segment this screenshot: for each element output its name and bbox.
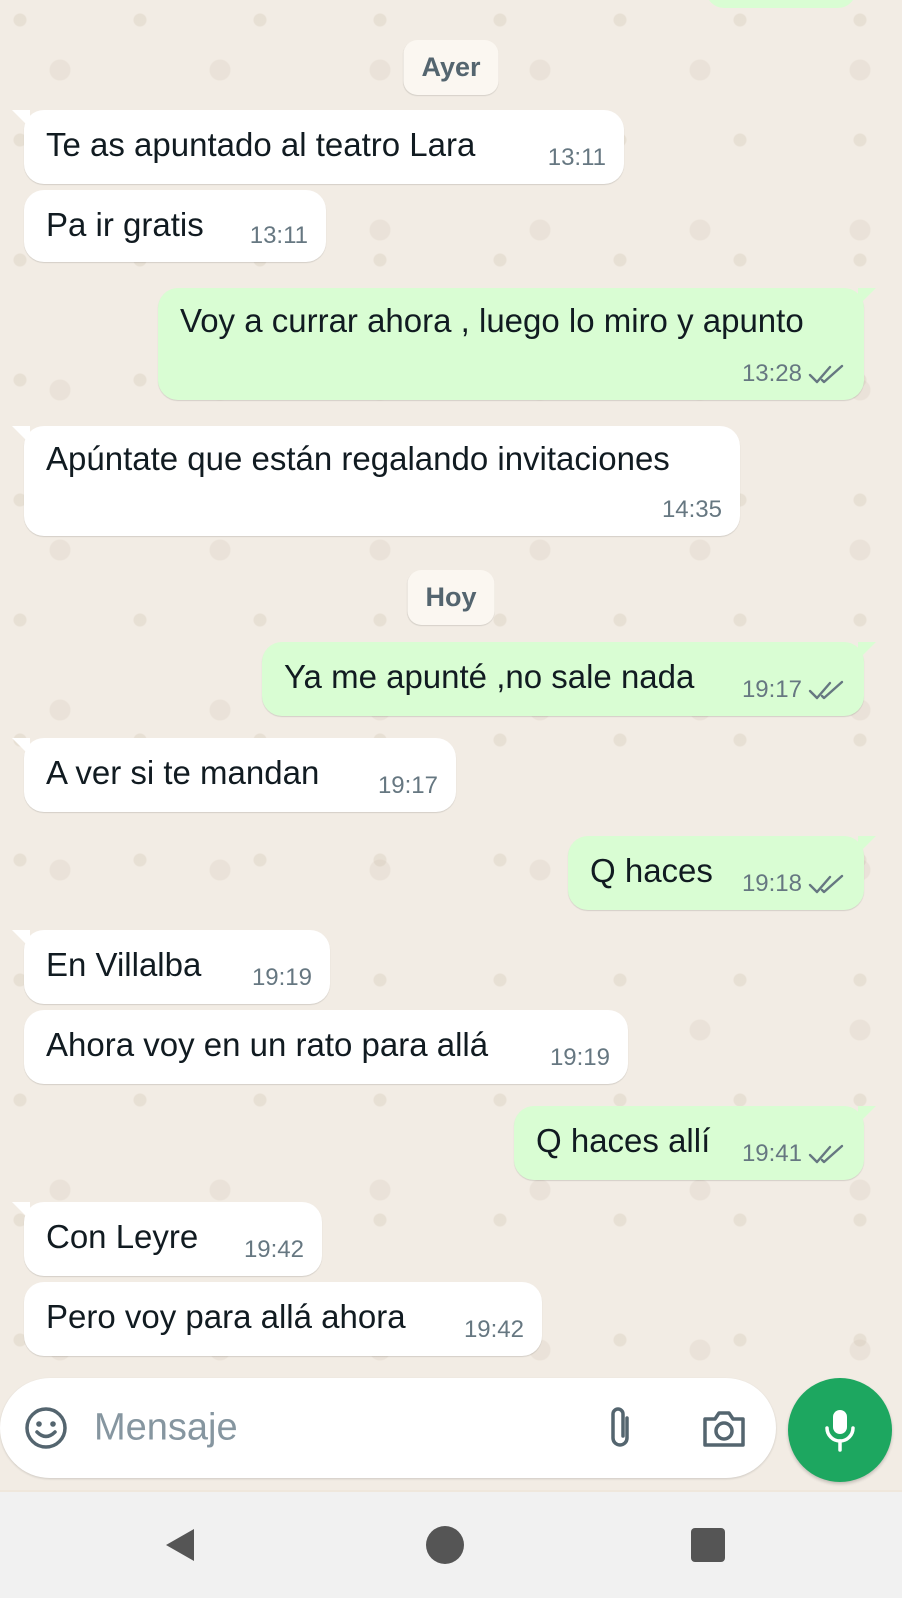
message-time: 19:17 [377,772,438,799]
message-incoming[interactable]: Pa ir gratis 13:11 [24,190,326,262]
message-incoming[interactable]: Ahora voy en un rato para allá 19:19 [24,1010,628,1084]
message-incoming[interactable]: Apúntate que están regalando invitacione… [12,426,740,536]
chat-area[interactable]: Ayer Te as apuntado al teatro Lara 13:11… [0,0,902,1490]
message-incoming[interactable]: Te as apuntado al teatro Lara 13:11 [12,110,624,184]
date-separator-hoy: Hoy [407,570,495,625]
message-incoming[interactable]: Con Leyre 19:42 [12,1202,322,1276]
message-text: Voy a currar ahora , luego lo miro y apu… [180,302,804,339]
message-time: 19:19 [251,964,312,991]
mic-button[interactable] [788,1378,892,1482]
message-outgoing[interactable]: Q haces 19:18 [568,836,876,910]
message-time: 19:19 [549,1044,610,1071]
message-text: En Villalba [46,946,202,983]
message-text: Q haces allí [536,1122,711,1159]
message-incoming[interactable]: Pero voy para allá ahora 19:42 [24,1282,542,1356]
message-text: Pa ir gratis [46,206,204,243]
message-input[interactable]: Mensaje [94,1407,238,1450]
camera-icon[interactable] [700,1407,748,1449]
recents-icon[interactable] [690,1527,726,1563]
mic-icon [825,1410,855,1452]
attach-icon[interactable] [600,1404,642,1452]
double-check-icon [808,874,844,894]
message-text: Te as apuntado al teatro Lara [46,126,476,163]
message-incoming[interactable]: En Villalba 19:19 [12,930,330,1004]
partial-outgoing-bubble [706,0,856,8]
message-time: 13:28 [742,360,846,388]
message-text: Ahora voy en un rato para allá [46,1026,489,1063]
message-text: Q haces [590,852,713,889]
message-incoming[interactable]: A ver si te mandan 19:17 [12,738,456,812]
double-check-icon [808,1144,844,1164]
message-outgoing[interactable]: Q haces allí 19:41 [514,1106,876,1180]
message-text: Apúntate que están regalando invitacione… [46,440,670,477]
message-time: 19:42 [243,1236,304,1263]
message-time: 19:17 [742,676,846,704]
system-navbar [0,1492,902,1598]
emoji-icon[interactable] [22,1404,70,1452]
double-check-icon [808,680,844,700]
message-time: 13:11 [249,222,308,249]
date-separator-ayer: Ayer [403,40,499,95]
message-time: 19:41 [742,1140,846,1168]
message-time: 19:18 [742,870,846,898]
message-time: 14:35 [661,496,722,523]
double-check-icon [808,364,844,384]
message-time: 19:42 [463,1316,524,1343]
message-text: Con Leyre [46,1218,199,1255]
message-outgoing[interactable]: Voy a currar ahora , luego lo miro y apu… [158,288,876,400]
message-text: Ya me apunté ,no sale nada [284,658,695,695]
message-outgoing[interactable]: Ya me apunté ,no sale nada 19:17 [262,642,876,716]
message-time: 13:11 [547,144,606,171]
message-text: Pero voy para allá ahora [46,1298,406,1335]
home-icon[interactable] [425,1525,465,1565]
message-composer[interactable]: Mensaje [0,1378,776,1478]
message-text: A ver si te mandan [46,754,320,791]
back-icon[interactable] [160,1525,200,1565]
